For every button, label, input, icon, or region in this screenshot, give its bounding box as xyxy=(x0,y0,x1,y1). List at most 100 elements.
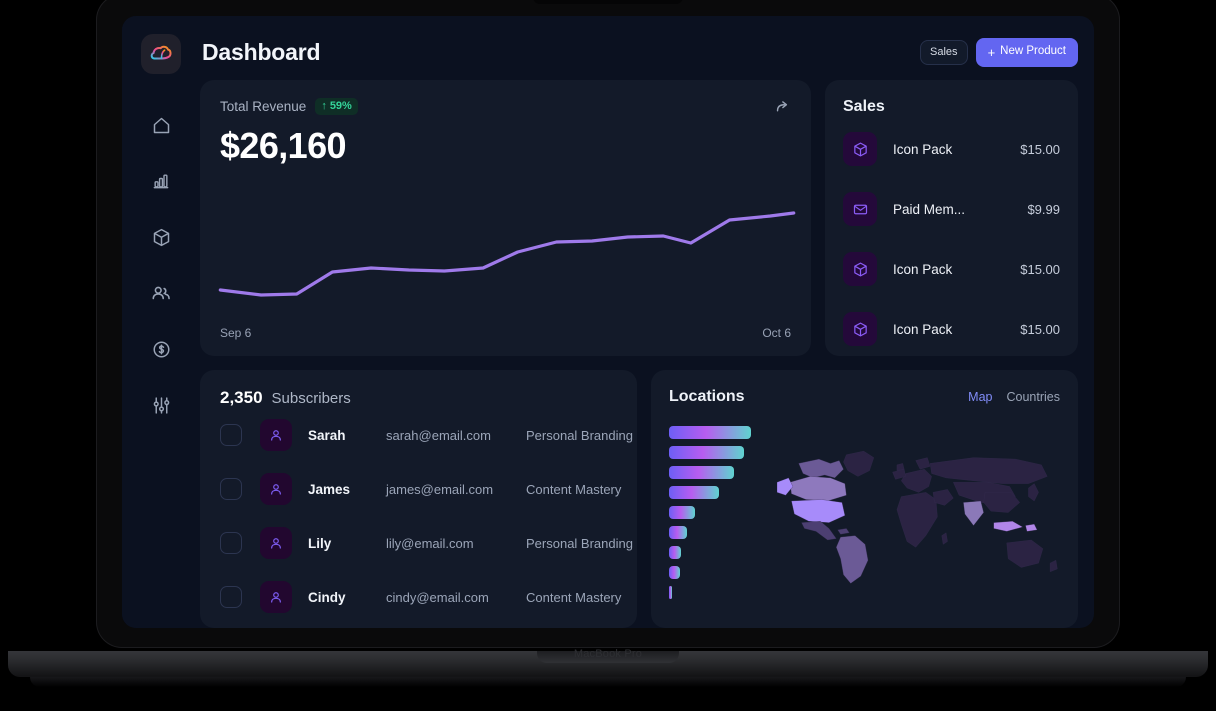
envelope-icon xyxy=(843,192,877,226)
package-icon xyxy=(843,252,877,286)
share-arrow-icon xyxy=(776,101,788,112)
locations-bar-chart xyxy=(669,426,765,606)
total-revenue-card: Total Revenue ↑ 59% $26,160 Sep 6 Oct 6 xyxy=(200,80,811,356)
user-icon xyxy=(271,592,281,603)
top-bar-actions: Sales + New Product xyxy=(920,37,1078,67)
subscribers-count: 2,350 xyxy=(220,388,263,407)
new-product-label: New Product xyxy=(1000,45,1066,58)
sidebar-item-products[interactable] xyxy=(144,222,178,252)
revenue-chart-svg xyxy=(218,211,796,297)
locations-header: Locations Map Countries xyxy=(669,388,1060,406)
location-bar xyxy=(669,446,744,459)
tab-countries[interactable]: Countries xyxy=(1007,390,1061,404)
bottom-row: 2,350 Subscribers Sarah sarah@email.com … xyxy=(200,370,1078,628)
tab-map[interactable]: Map xyxy=(968,390,992,404)
app-logo[interactable] xyxy=(141,34,181,74)
subscriber-product: Content Mastery xyxy=(526,481,622,497)
locations-card: Locations Map Countries xyxy=(651,370,1078,628)
user-icon xyxy=(271,430,281,441)
row-checkbox[interactable] xyxy=(220,478,242,500)
revenue-change-value: 59% xyxy=(329,100,352,112)
locations-title: Locations xyxy=(669,388,745,405)
subscriber-email: cindy@email.com xyxy=(386,589,489,605)
sale-item[interactable]: Icon Pack $15.00 xyxy=(843,302,1060,356)
avatar xyxy=(260,473,292,505)
users-icon xyxy=(152,286,170,300)
table-row[interactable]: Sarah sarah@email.com Personal Branding xyxy=(220,408,637,462)
package-icon xyxy=(843,132,877,166)
revenue-value: $26,160 xyxy=(220,125,347,166)
row-checkbox[interactable] xyxy=(220,586,242,608)
locations-tabs: Map Countries xyxy=(968,390,1060,404)
sales-card-title: Sales xyxy=(843,98,885,115)
dollar-circle-icon xyxy=(152,340,170,358)
user-icon xyxy=(271,484,281,495)
world-map-svg xyxy=(777,450,1058,584)
revenue-date-range: Sep 6 Oct 6 xyxy=(220,326,791,340)
sale-item-name: Icon Pack xyxy=(893,141,953,157)
subscriber-name: Lily xyxy=(308,535,332,551)
row-checkbox[interactable] xyxy=(220,424,242,446)
location-bar xyxy=(669,466,735,479)
screenshot-stage: Dashboard Sales + New Product Total Reve… xyxy=(0,0,1216,711)
sliders-icon xyxy=(153,396,169,414)
avatar xyxy=(260,527,292,559)
world-map[interactable] xyxy=(777,414,1066,614)
location-bar xyxy=(669,506,695,519)
avatar xyxy=(260,419,292,451)
location-bar xyxy=(669,586,672,599)
revenue-chart-line xyxy=(218,211,796,297)
device-label: MacBook Pro xyxy=(573,648,643,660)
sale-item-price: $15.00 xyxy=(1020,141,1060,157)
package-icon xyxy=(153,228,169,246)
sidebar-item-payments[interactable] xyxy=(144,334,178,364)
bar-chart-icon xyxy=(153,174,169,189)
sales-button[interactable]: Sales xyxy=(920,39,968,65)
row-checkbox[interactable] xyxy=(220,532,242,554)
sale-item-price: $15.00 xyxy=(1020,321,1060,337)
avatar xyxy=(260,581,292,613)
location-bar xyxy=(669,566,680,579)
share-button[interactable] xyxy=(774,98,791,115)
table-row[interactable]: James james@email.com Content Mastery xyxy=(220,462,637,516)
subscriber-product: Content Mastery xyxy=(526,589,622,605)
table-row[interactable]: Lily lily@email.com Personal Branding xyxy=(220,516,637,570)
subscriber-email: lily@email.com xyxy=(386,535,474,551)
revenue-end-date: Oct 6 xyxy=(762,326,791,340)
new-product-button[interactable]: + New Product xyxy=(975,37,1078,67)
subscriber-name: Sarah xyxy=(308,427,346,443)
location-bar xyxy=(669,546,681,559)
sidebar-item-analytics[interactable] xyxy=(144,166,178,196)
sale-item-name: Paid Mem... xyxy=(893,201,966,217)
up-arrow-icon: ↑ xyxy=(321,100,327,112)
sales-card: Sales Icon Pack $15.00 Paid Mem... $9.99… xyxy=(825,80,1078,356)
subscribers-header: 2,350 Subscribers xyxy=(220,388,637,408)
revenue-header: Total Revenue ↑ 59% xyxy=(220,98,791,115)
sidebar-item-settings[interactable] xyxy=(144,390,178,420)
subscriber-name: James xyxy=(308,481,351,497)
subscriber-product: Personal Branding xyxy=(526,427,633,443)
sidebar-item-home[interactable] xyxy=(144,110,178,140)
camera-notch xyxy=(533,0,683,4)
app-screen: Dashboard Sales + New Product Total Reve… xyxy=(122,16,1094,628)
location-bar xyxy=(669,526,688,539)
locations-body xyxy=(669,420,1060,620)
main-content: Dashboard Sales + New Product Total Reve… xyxy=(200,16,1094,628)
sale-item-price: $15.00 xyxy=(1020,261,1060,277)
plus-icon: + xyxy=(987,44,996,60)
sidebar-item-customers[interactable] xyxy=(144,278,178,308)
cloud-logo-icon xyxy=(150,45,172,60)
sale-item[interactable]: Icon Pack $15.00 xyxy=(843,122,1060,176)
sale-item[interactable]: Icon Pack $15.00 xyxy=(843,242,1060,296)
sale-item-name: Icon Pack xyxy=(893,321,953,337)
sale-item[interactable]: Paid Mem... $9.99 xyxy=(843,182,1060,236)
sidebar xyxy=(122,16,200,628)
revenue-start-date: Sep 6 xyxy=(220,326,252,340)
page-title: Dashboard xyxy=(202,38,321,65)
home-icon xyxy=(153,117,169,133)
package-icon xyxy=(843,312,877,346)
table-row[interactable]: Cindy cindy@email.com Content Mastery xyxy=(220,570,637,624)
revenue-change-badge: ↑ 59% xyxy=(315,98,358,115)
macbook-foot xyxy=(30,677,1186,687)
revenue-line-chart xyxy=(200,198,811,316)
